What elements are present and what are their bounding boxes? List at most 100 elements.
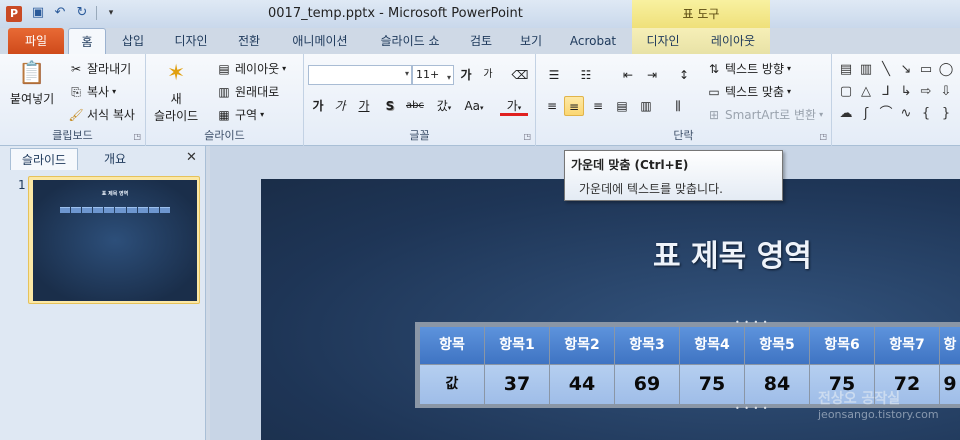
clear-format-button[interactable]: ⌫ [510, 65, 530, 85]
powerpoint-app-icon[interactable]: P [6, 6, 22, 22]
smartart-button[interactable]: ⊞ SmartArt로 변환 ▾ [706, 106, 823, 123]
table-value-cell[interactable]: 69 [615, 365, 679, 404]
table-header-cell[interactable]: 항목2 [550, 327, 614, 364]
align-center-button[interactable]: ≡ [564, 96, 584, 116]
tab-outline-panel[interactable]: 개요 [80, 148, 150, 170]
tab-file[interactable]: 파일 [8, 28, 64, 54]
decrease-indent-button[interactable]: ⇤ [618, 65, 638, 85]
thumbnail-title: 표 제목 영역 [101, 191, 129, 197]
rounded-rect-shape-icon[interactable]: ▢ [838, 84, 854, 100]
paragraph-dialog-launcher-icon[interactable]: ◳ [819, 132, 827, 141]
freeform-shape-icon[interactable]: ∿ [898, 106, 914, 122]
table-header-cell[interactable]: 항목5 [745, 327, 809, 364]
table-header-cell[interactable]: 항 [940, 327, 960, 364]
cloud-shape-icon[interactable]: ☁ [838, 106, 854, 122]
line-spacing-button[interactable]: ↕ [674, 65, 694, 85]
customize-qat-icon[interactable]: ▾ [103, 5, 119, 21]
tab-design[interactable]: 디자인 [166, 28, 216, 54]
table-header-cell[interactable]: 항목3 [615, 327, 679, 364]
save-icon[interactable]: ▣ [30, 5, 46, 21]
tab-transitions[interactable]: 전환 [228, 28, 270, 54]
vertical-textbox-shape-icon[interactable]: ▥ [858, 62, 874, 78]
right-brace-shape-icon[interactable]: } [938, 106, 954, 122]
oval-shape-icon[interactable]: ◯ [938, 62, 954, 78]
triangle-shape-icon[interactable]: △ [858, 84, 874, 100]
font-color-button[interactable]: 가▾ [500, 96, 528, 116]
tab-slides-panel[interactable]: 슬라이드 [10, 148, 78, 170]
tab-slideshow[interactable]: 슬라이드 쇼 [370, 28, 450, 54]
format-painter-button[interactable]: 🖌 서식 복사 [68, 106, 135, 123]
table-header-cell[interactable]: 항목7 [875, 327, 939, 364]
bold-button[interactable]: 가 [308, 96, 328, 116]
arrow-line-shape-icon[interactable]: ↘ [898, 62, 914, 78]
right-arrow-shape-icon[interactable]: ⇨ [918, 84, 934, 100]
char-spacing-button[interactable]: 갔▾ [430, 96, 458, 116]
table-value-cell[interactable]: 37 [485, 365, 549, 404]
table-header-cell[interactable]: 항목 [420, 327, 484, 364]
layout-button[interactable]: ▤ 레이아웃 ▾ [216, 60, 286, 77]
italic-button[interactable]: 가 [330, 96, 350, 116]
textbox-shape-icon[interactable]: ▤ [838, 62, 854, 78]
thumbnail-table-cell [115, 207, 126, 213]
curve-shape-icon[interactable]: ʃ [858, 106, 874, 122]
table-value-cell[interactable]: 75 [680, 365, 744, 404]
new-slide-button[interactable]: ✶ 새 슬라이드 [154, 58, 198, 124]
increase-indent-button[interactable]: ⇥ [642, 65, 662, 85]
table-resize-handle[interactable]: • • • • [735, 404, 769, 413]
change-case-button[interactable]: Aa▾ [460, 96, 488, 116]
tab-review[interactable]: 검토 [462, 28, 500, 54]
rectangle-shape-icon[interactable]: ▭ [918, 62, 934, 78]
cut-button[interactable]: ✂ 잘라내기 [68, 60, 131, 77]
tab-acrobat[interactable]: Acrobat [562, 28, 624, 54]
undo-icon[interactable]: ↶ [52, 5, 68, 21]
tooltip: 가운데 맞춤 (Ctrl+E) 가운데에 텍스트를 맞춥니다. [564, 150, 783, 201]
tab-insert[interactable]: 삽입 [112, 28, 154, 54]
justify-button[interactable]: ▤ [612, 96, 632, 116]
tab-view[interactable]: 보기 [512, 28, 550, 54]
columns-button[interactable]: ⫼ [668, 96, 688, 116]
distribute-button[interactable]: ▥ [636, 96, 656, 116]
table-value-cell[interactable]: 44 [550, 365, 614, 404]
text-direction-button[interactable]: ⇅ 텍스트 방향 ▾ [706, 60, 791, 77]
table-value-cell[interactable]: 값 [420, 365, 484, 404]
slide-title[interactable]: 표 제목 영역 [653, 231, 812, 275]
table-header-cell[interactable]: 항목4 [680, 327, 744, 364]
font-name-combo[interactable]: ▾ [308, 65, 412, 85]
elbow-arrow-shape-icon[interactable]: ↳ [898, 84, 914, 100]
bullets-button[interactable]: ☰ [544, 65, 564, 85]
align-text-button[interactable]: ▭ 텍스트 맞춤 ▾ [706, 83, 791, 100]
redo-icon[interactable]: ↻ [74, 5, 90, 21]
dialog-launcher-icon[interactable]: ◳ [133, 132, 141, 141]
tab-table-design[interactable]: 디자인 [636, 28, 690, 54]
arc-shape-icon[interactable]: ⌒ [878, 106, 894, 122]
shrink-font-button[interactable]: 가 [478, 65, 498, 85]
table-resize-handle[interactable]: • • • • [735, 318, 769, 327]
table-value-cell[interactable]: 84 [745, 365, 809, 404]
close-icon[interactable]: ✕ [186, 150, 197, 165]
tab-table-layout[interactable]: 레이아웃 [700, 28, 766, 54]
grow-font-icon: 가 [460, 68, 472, 82]
font-dialog-launcher-icon[interactable]: ◳ [523, 132, 531, 141]
section-button[interactable]: ▦ 구역 ▾ [216, 106, 264, 123]
elbow-connector-shape-icon[interactable]: ⅃ [878, 84, 894, 100]
align-right-button[interactable]: ≡ [588, 96, 608, 116]
table-value-cell[interactable]: 9 [940, 365, 960, 404]
tab-animations[interactable]: 애니메이션 [282, 28, 358, 54]
reset-button[interactable]: ▥ 원래대로 [216, 83, 279, 100]
table-header-cell[interactable]: 항목1 [485, 327, 549, 364]
font-size-combo[interactable]: 11+ ▾ [412, 65, 454, 85]
underline-button[interactable]: 가 [354, 96, 374, 116]
down-arrow-shape-icon[interactable]: ⇩ [938, 84, 954, 100]
shadow-button[interactable]: S [380, 96, 400, 116]
strikethrough-button[interactable]: abc [402, 96, 428, 116]
numbering-button[interactable]: ☷ [576, 65, 596, 85]
line-shape-icon[interactable]: ╲ [878, 62, 894, 78]
slide-thumbnail[interactable]: 표 제목 영역 [28, 176, 200, 304]
left-brace-shape-icon[interactable]: { [918, 106, 934, 122]
paste-button[interactable]: 📋 붙여넣기 [10, 58, 54, 107]
copy-button[interactable]: ⎘ 복사 ▾ [68, 83, 116, 100]
tab-home[interactable]: 홈 [68, 28, 106, 54]
table-header-cell[interactable]: 항목6 [810, 327, 874, 364]
align-left-button[interactable]: ≡ [542, 96, 562, 116]
grow-font-button[interactable]: 가 [456, 65, 476, 85]
